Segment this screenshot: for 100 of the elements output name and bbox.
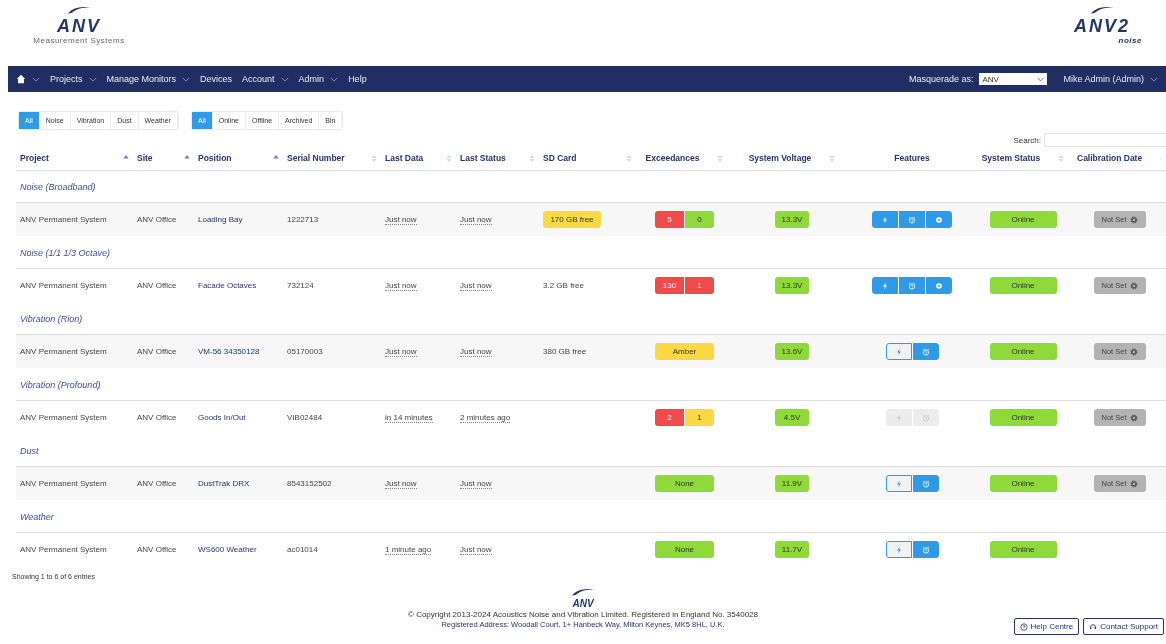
search-label: Search: bbox=[1013, 135, 1041, 145]
table-cell: Loading Bay bbox=[198, 215, 243, 224]
nav-menu-item[interactable]: Admin bbox=[298, 74, 325, 84]
group-heading: Noise (Broadband) bbox=[20, 181, 96, 192]
nav-menu-item[interactable]: Devices bbox=[200, 74, 233, 84]
table-cell: 1222713 bbox=[287, 215, 319, 224]
status-badge: Online bbox=[989, 211, 1057, 228]
caret-icon[interactable] bbox=[1150, 76, 1158, 82]
user-menu[interactable]: Mike Admin (Admin) bbox=[1063, 74, 1144, 84]
exceedance-badge[interactable]: 5 bbox=[655, 211, 684, 228]
bolt-button[interactable] bbox=[885, 541, 912, 558]
gear-icon bbox=[1129, 347, 1138, 356]
logo-text: ANV bbox=[57, 16, 101, 36]
table-cell: ANV Permanent System bbox=[20, 347, 107, 356]
exceedance-badge[interactable]: 0 bbox=[685, 211, 714, 228]
voltage-badge: 4.5V bbox=[775, 409, 809, 426]
gear-icon bbox=[1129, 413, 1138, 422]
time-text: Just now bbox=[385, 281, 417, 291]
time-text: Just now bbox=[460, 347, 492, 357]
table-cell: 05170003 bbox=[287, 347, 323, 356]
table-cell: ANV Permanent System bbox=[20, 545, 107, 554]
table-cell: ANV Office bbox=[137, 281, 177, 290]
alarm-button[interactable] bbox=[912, 475, 939, 492]
status-badge: Online bbox=[989, 541, 1057, 558]
alarm-button[interactable] bbox=[899, 211, 925, 228]
target-button[interactable] bbox=[926, 277, 952, 294]
group-heading: Weather bbox=[20, 511, 54, 522]
column-header[interactable]: Last Data bbox=[385, 153, 424, 163]
column-header[interactable]: Serial Number bbox=[287, 153, 345, 163]
copyright-text: © Copyright 2013-2024 Acoustics Noise and Vibration Limited. Registered in England No. 3540028 bbox=[408, 610, 758, 619]
gear-icon bbox=[1129, 479, 1138, 488]
help-centre-button[interactable]: Help Centre bbox=[1013, 618, 1080, 635]
alarm-button[interactable] bbox=[899, 277, 925, 294]
alarm-button[interactable] bbox=[912, 541, 939, 558]
target-button[interactable] bbox=[926, 211, 952, 228]
masquerade-select[interactable]: ANV bbox=[979, 73, 1048, 85]
voltage-badge: 13.3V bbox=[775, 211, 809, 228]
voltage-badge: 11.9V bbox=[775, 475, 809, 492]
contact-support-button[interactable]: Contact Support bbox=[1083, 618, 1164, 635]
search-field[interactable] bbox=[1044, 133, 1166, 147]
status-badge: Online bbox=[989, 409, 1057, 426]
table-cell: 3.2 GB free bbox=[543, 281, 584, 290]
column-header[interactable]: System Status bbox=[981, 153, 1041, 163]
column-header[interactable]: Project bbox=[20, 153, 49, 163]
table-cell: ANV Office bbox=[137, 479, 177, 488]
table-cell: VM-56 34350128 bbox=[198, 347, 260, 356]
time-text: Just now bbox=[385, 215, 417, 225]
column-header[interactable]: Last Status bbox=[460, 153, 506, 163]
caret-icon[interactable] bbox=[88, 76, 97, 82]
gear-icon bbox=[1129, 281, 1138, 290]
table-cell: DustTrak DRX bbox=[198, 479, 250, 488]
column-header[interactable]: SD Card bbox=[543, 153, 577, 163]
voltage-badge: 11.7V bbox=[775, 541, 809, 558]
table-cell: Facade Octaves bbox=[198, 281, 257, 290]
bolt-button[interactable] bbox=[872, 211, 898, 228]
exceedance-badge[interactable]: None bbox=[655, 475, 714, 492]
time-text: 1 minute ago bbox=[385, 545, 432, 555]
status-badge: Online bbox=[989, 475, 1057, 492]
bolt-button[interactable] bbox=[885, 343, 912, 360]
nav-menu-item[interactable]: Manage Monitors bbox=[106, 74, 177, 84]
gear-icon bbox=[1129, 215, 1138, 224]
bolt-button[interactable] bbox=[872, 277, 898, 294]
time-text: Just now bbox=[460, 545, 492, 555]
column-header[interactable]: Site bbox=[137, 153, 153, 163]
time-text: Just now bbox=[460, 479, 492, 489]
exceedance-badge[interactable]: 1 bbox=[685, 409, 714, 426]
column-header[interactable]: System Voltage bbox=[748, 153, 812, 163]
time-text: Just now bbox=[385, 479, 417, 489]
table-cell: ANV Office bbox=[137, 215, 177, 224]
caret-icon bbox=[1037, 76, 1045, 82]
column-header[interactable]: Position bbox=[198, 153, 232, 163]
status-badge: Online bbox=[989, 277, 1057, 294]
home-icon[interactable] bbox=[16, 74, 26, 84]
group-heading: Vibration (Profound) bbox=[20, 379, 101, 390]
nav-menu-item[interactable]: Account bbox=[242, 74, 275, 84]
group-heading: Dust bbox=[20, 445, 39, 456]
time-text: Just now bbox=[385, 347, 417, 357]
nav-menu-item[interactable]: Projects bbox=[50, 74, 83, 84]
exceedance-badge[interactable]: None bbox=[655, 541, 714, 558]
exceedance-badge[interactable]: 2 bbox=[655, 409, 684, 426]
column-header[interactable]: Calibration Date bbox=[1077, 153, 1143, 163]
exceedance-badge[interactable]: Amber bbox=[655, 343, 714, 360]
table-cell: ac01014 bbox=[287, 545, 318, 554]
column-header[interactable]: Exceedances bbox=[645, 153, 700, 163]
table-cell: ANV Permanent System bbox=[20, 215, 107, 224]
table-cell: 8543152502 bbox=[287, 479, 332, 488]
exceedance-badge[interactable]: 130 bbox=[655, 277, 684, 294]
alarm-button[interactable] bbox=[912, 343, 939, 360]
caret-icon[interactable] bbox=[32, 76, 40, 82]
caret-icon[interactable] bbox=[182, 76, 191, 82]
table-cell: 732124 bbox=[287, 281, 314, 290]
voltage-badge: 13.3V bbox=[775, 277, 809, 294]
bolt-button[interactable] bbox=[885, 475, 912, 492]
caret-icon[interactable] bbox=[330, 76, 339, 82]
table-cell: ANV Office bbox=[137, 413, 177, 422]
caret-icon[interactable] bbox=[280, 76, 289, 82]
nav-menu-item[interactable]: Help bbox=[348, 74, 367, 84]
logo-tagline: noise bbox=[1118, 36, 1142, 45]
exceedance-badge[interactable]: 1 bbox=[685, 277, 714, 294]
column-header[interactable]: Features bbox=[894, 153, 930, 163]
